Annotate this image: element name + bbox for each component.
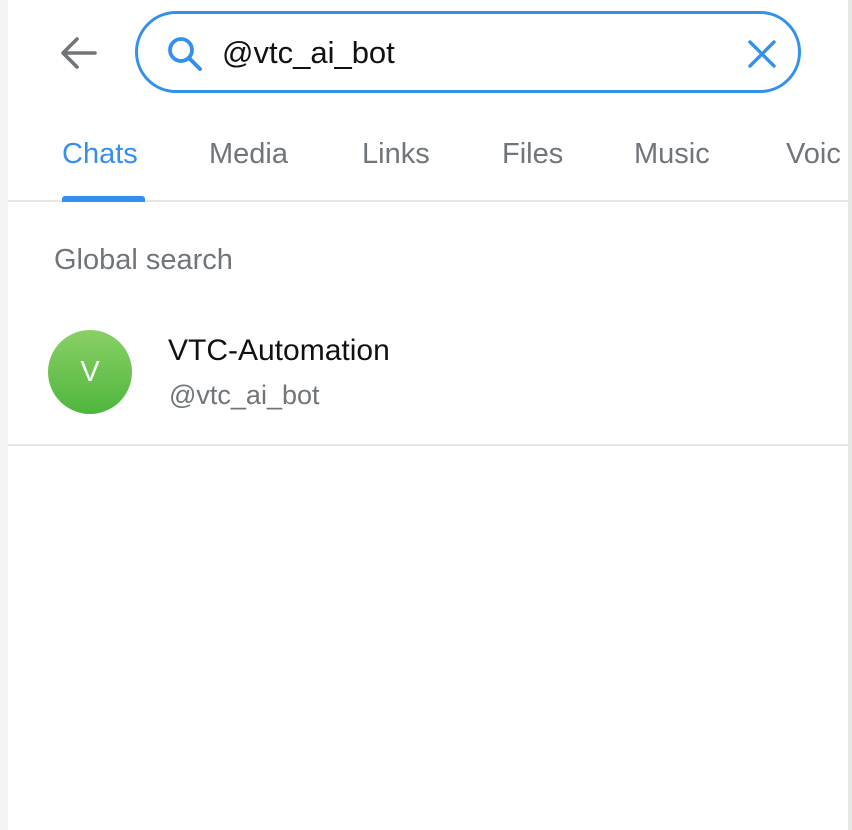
- search-tabs: Chats Media Links Files Music Voic: [8, 110, 848, 202]
- tab-music[interactable]: Music: [634, 138, 710, 171]
- clear-search-button[interactable]: [742, 34, 782, 74]
- avatar: V: [48, 330, 132, 414]
- active-tab-indicator: [62, 196, 145, 202]
- global-search-title: Global search: [54, 244, 233, 276]
- result-name: VTC-Automation: [168, 334, 390, 367]
- tab-chats[interactable]: Chats: [62, 138, 138, 171]
- tab-voice[interactable]: Voic: [786, 138, 841, 171]
- back-button[interactable]: [54, 28, 104, 78]
- background-edge: [848, 0, 852, 830]
- tab-files[interactable]: Files: [502, 138, 563, 171]
- divider: [8, 444, 848, 446]
- arrow-left-icon: [61, 37, 97, 69]
- search-panel: Chats Media Links Files Music Voic Globa…: [8, 0, 848, 830]
- search-field[interactable]: [135, 11, 801, 93]
- tab-media[interactable]: Media: [209, 138, 288, 171]
- close-icon: [748, 40, 776, 68]
- search-icon: [168, 37, 202, 71]
- result-username: @vtc_ai_bot: [169, 380, 320, 410]
- list-item[interactable]: V VTC-Automation @vtc_ai_bot: [8, 304, 848, 444]
- search-input[interactable]: [222, 30, 722, 76]
- tab-links[interactable]: Links: [362, 138, 430, 171]
